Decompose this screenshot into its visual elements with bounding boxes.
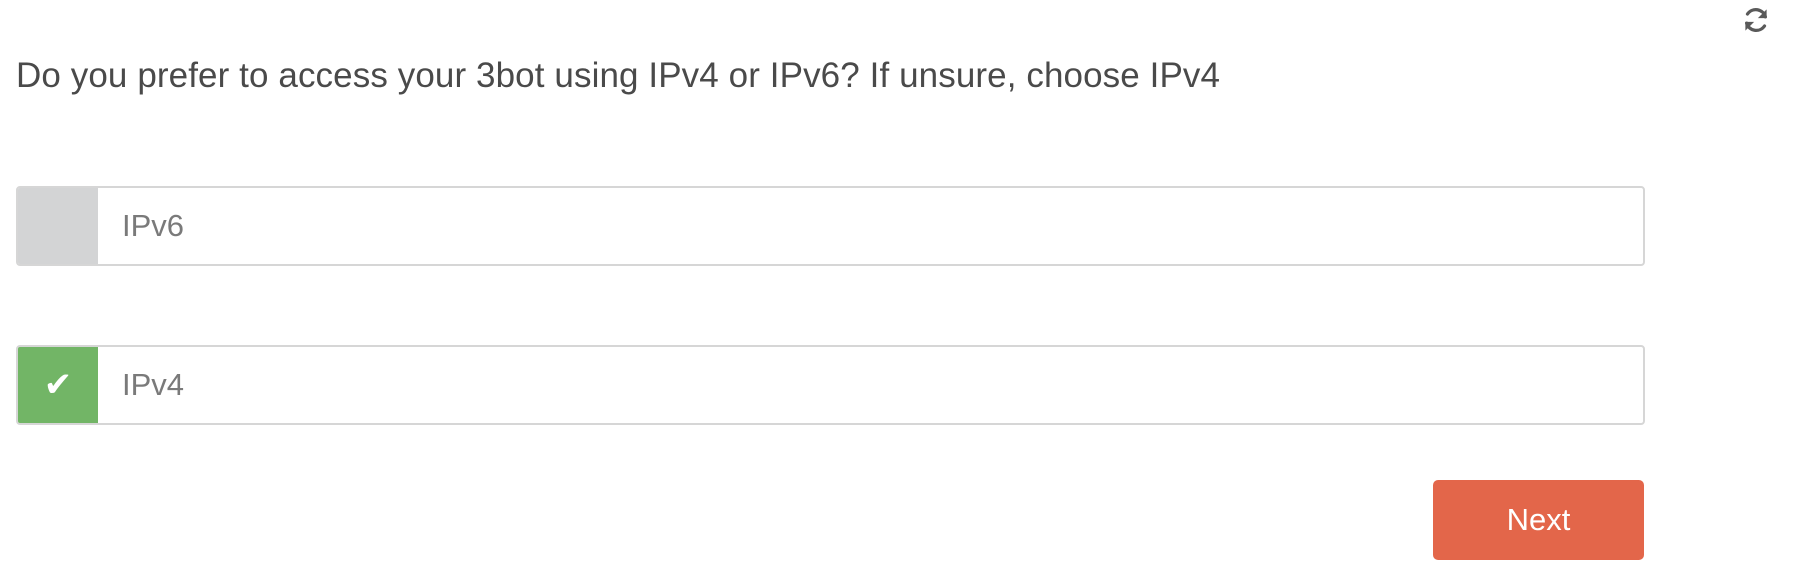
option-checkbox[interactable]: ✔ — [18, 347, 98, 423]
option-checkbox[interactable] — [18, 188, 98, 264]
option-ipv6[interactable]: IPv6 — [16, 186, 1645, 266]
refresh-icon — [1745, 8, 1767, 32]
check-icon: ✔ — [43, 365, 73, 405]
next-button[interactable]: Next — [1433, 480, 1644, 560]
question-text: Do you prefer to access your 3bot using … — [16, 56, 1221, 95]
option-ipv4[interactable]: ✔ IPv4 — [16, 345, 1645, 425]
refresh-button[interactable] — [1738, 2, 1774, 38]
option-label: IPv4 — [122, 367, 185, 402]
option-label: IPv6 — [122, 208, 185, 243]
wizard-step: Do you prefer to access your 3bot using … — [0, 0, 1820, 584]
